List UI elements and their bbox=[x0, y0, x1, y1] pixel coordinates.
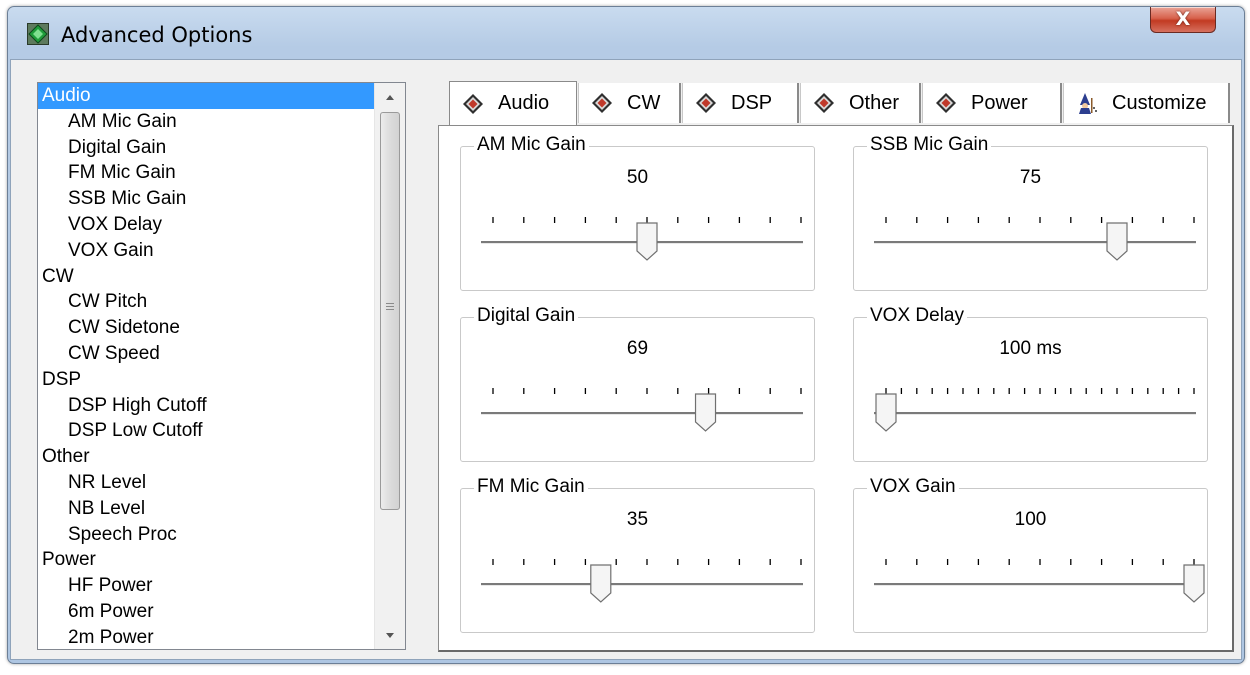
slider-vox-delay[interactable] bbox=[854, 318, 1209, 463]
diamond-icon bbox=[592, 93, 612, 113]
slider-thumb[interactable] bbox=[694, 393, 717, 432]
slider-thumb[interactable] bbox=[1106, 222, 1128, 261]
tree-list: Audio AM Mic Gain Digital Gain FM Mic Gain S… bbox=[38, 83, 379, 649]
client-area: Audio AM Mic Gain Digital Gain FM Mic Gain S… bbox=[10, 59, 1242, 660]
tree-item-6m-power[interactable]: 6m Power bbox=[38, 599, 378, 625]
scrollbar-thumb[interactable] bbox=[380, 112, 400, 510]
diamond-icon bbox=[936, 93, 956, 113]
category-tree[interactable]: Audio AM Mic Gain Digital Gain FM Mic Gain S… bbox=[37, 82, 406, 650]
tree-item-digital-gain[interactable]: Digital Gain bbox=[38, 135, 378, 161]
close-button[interactable]: X bbox=[1150, 7, 1216, 33]
group-vox-gain: VOX Gain 100 bbox=[853, 476, 1209, 634]
slider-track bbox=[481, 412, 803, 414]
slider-track bbox=[481, 583, 803, 585]
group-ssb-mic-gain: SSB Mic Gain 75 bbox=[853, 134, 1209, 292]
title-bar[interactable]: Advanced Options X bbox=[8, 7, 1244, 59]
tree-item-ssb-mic-gain[interactable]: SSB Mic Gain bbox=[38, 186, 378, 212]
slider-track-highlight bbox=[874, 414, 1196, 415]
slider-track-highlight bbox=[874, 243, 1196, 244]
diamond-icon bbox=[814, 93, 834, 113]
diamond-icon bbox=[696, 93, 716, 113]
group-am-mic-gain: AM Mic Gain 50 bbox=[460, 134, 816, 292]
tab-label: CW bbox=[627, 91, 661, 114]
tree-item-fm-mic-gain[interactable]: FM Mic Gain bbox=[38, 160, 378, 186]
tree-item-dsp-low-cutoff[interactable]: DSP Low Cutoff bbox=[38, 418, 378, 444]
slider-digital-gain[interactable] bbox=[461, 318, 816, 463]
tree-item-power[interactable]: Power bbox=[38, 547, 378, 573]
tree-item-other[interactable]: Other bbox=[38, 444, 378, 470]
tab-label: Audio bbox=[498, 92, 550, 114]
slider-vox-gain[interactable] bbox=[854, 489, 1209, 634]
tree-item-am-mic-gain[interactable]: AM Mic Gain bbox=[38, 109, 378, 135]
audio-tab-panel: AM Mic Gain 50 SSB Mic Gain 75 Digital Gain 6… bbox=[438, 125, 1234, 652]
tree-item-cw-pitch[interactable]: CW Pitch bbox=[38, 289, 378, 315]
slider-fm-mic-gain[interactable] bbox=[461, 489, 816, 634]
slider-thumb[interactable] bbox=[875, 393, 897, 432]
tab-audio[interactable]: Audio bbox=[449, 81, 577, 125]
slider-track bbox=[874, 583, 1196, 585]
tree-item-dsp[interactable]: DSP bbox=[38, 367, 378, 393]
scroll-up-button[interactable] bbox=[375, 83, 405, 111]
tree-item-vox-delay[interactable]: VOX Delay bbox=[38, 212, 378, 238]
tree-item-cw-speed[interactable]: CW Speed bbox=[38, 341, 378, 367]
slider-track-highlight bbox=[481, 414, 803, 415]
tab-customize[interactable]: Customize bbox=[1063, 83, 1230, 123]
scroll-down-button[interactable] bbox=[375, 621, 405, 649]
tree-item-nr-level[interactable]: NR Level bbox=[38, 470, 378, 496]
tree-item-2m-power[interactable]: 2m Power bbox=[38, 625, 378, 649]
slider-thumb[interactable] bbox=[1183, 564, 1205, 603]
slider-track-highlight bbox=[481, 585, 803, 586]
tree-item-cw-sidetone[interactable]: CW Sidetone bbox=[38, 315, 378, 341]
arrow-up-icon bbox=[386, 94, 394, 100]
tree-item-hf-power[interactable]: HF Power bbox=[38, 573, 378, 599]
slider-am-mic-gain[interactable] bbox=[461, 147, 816, 292]
group-vox-delay: VOX Delay 100 ms bbox=[853, 305, 1209, 463]
tab-cw[interactable]: CW bbox=[578, 83, 681, 123]
slider-track bbox=[874, 412, 1196, 414]
wizard-icon bbox=[1079, 93, 1097, 114]
tab-power[interactable]: Power bbox=[922, 83, 1062, 123]
group-fm-mic-gain: FM Mic Gain 35 bbox=[460, 476, 816, 634]
close-icon: X bbox=[1175, 8, 1191, 30]
tree-scrollbar[interactable] bbox=[374, 83, 405, 649]
window-title: Advanced Options bbox=[61, 23, 253, 47]
tab-label: Power bbox=[971, 91, 1028, 114]
slider-ssb-mic-gain[interactable] bbox=[854, 147, 1209, 292]
tree-item-nb-level[interactable]: NB Level bbox=[38, 496, 378, 522]
tree-item-dsp-high-cutoff[interactable]: DSP High Cutoff bbox=[38, 393, 378, 419]
advanced-options-window: Advanced Options X Audio AM Mic Gain Digit… bbox=[7, 6, 1245, 664]
arrow-down-icon bbox=[386, 632, 394, 638]
slider-track bbox=[874, 241, 1196, 243]
tree-item-audio[interactable]: Audio bbox=[38, 83, 379, 109]
tab-other[interactable]: Other bbox=[800, 83, 921, 123]
tree-item-vox-gain[interactable]: VOX Gain bbox=[38, 238, 378, 264]
tab-dsp[interactable]: DSP bbox=[682, 83, 799, 123]
tab-strip: Audio CW DSP Other Power Customize bbox=[449, 81, 1230, 127]
tree-item-cw[interactable]: CW bbox=[38, 264, 378, 290]
slider-thumb[interactable] bbox=[636, 222, 658, 261]
grip-icon bbox=[386, 303, 394, 312]
tab-label: Other bbox=[849, 91, 900, 114]
slider-track-highlight bbox=[874, 585, 1196, 586]
tree-item-speech-proc[interactable]: Speech Proc bbox=[38, 522, 378, 548]
app-icon bbox=[27, 23, 49, 45]
tab-label: Customize bbox=[1112, 91, 1207, 114]
group-digital-gain: Digital Gain 69 bbox=[460, 305, 816, 463]
slider-thumb[interactable] bbox=[590, 564, 612, 603]
diamond-icon bbox=[463, 93, 483, 114]
tab-label: DSP bbox=[731, 91, 773, 114]
